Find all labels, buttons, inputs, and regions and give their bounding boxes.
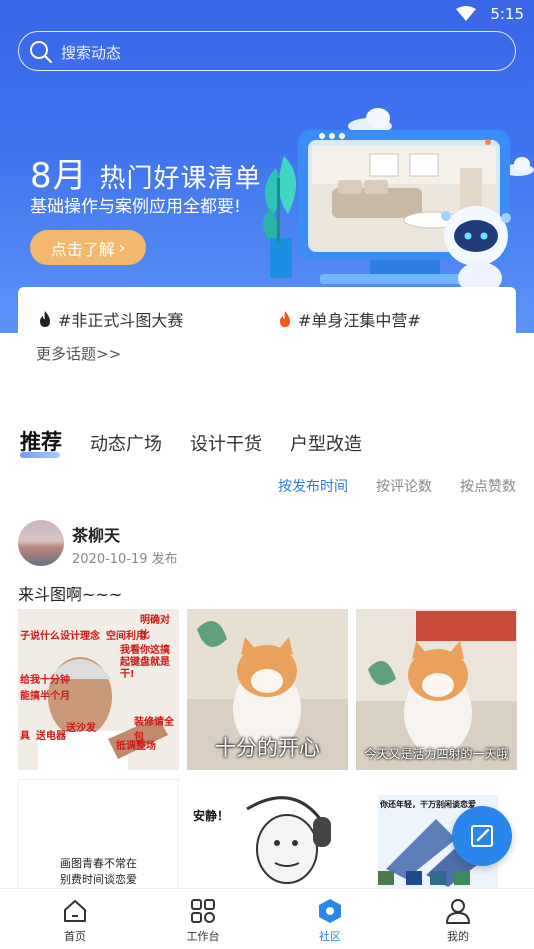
banner-title: 8月 热门好课清单 bbox=[30, 148, 261, 197]
image-text-line: 别费时间谈恋爱 bbox=[60, 873, 137, 886]
tab-layout[interactable]: 户型改造 bbox=[290, 430, 362, 456]
nav-label: 工作台 bbox=[186, 930, 220, 943]
profile-icon bbox=[446, 899, 470, 924]
topic-link-doutu[interactable]: #非正式斗图大赛 bbox=[38, 307, 183, 331]
post-author[interactable]: 茶柳天 bbox=[72, 522, 120, 546]
image-label: 你还年轻，干万别闲谈恋爱 bbox=[380, 800, 476, 809]
tab-design[interactable]: 设计干货 bbox=[190, 430, 262, 456]
nav-community[interactable]: 社区 bbox=[290, 897, 370, 944]
post-text: 来斗图啊~~~ bbox=[18, 585, 123, 604]
banner-illustration bbox=[262, 108, 534, 294]
image-text-line: 画图青春不常在 bbox=[60, 857, 137, 870]
nav-label: 我的 bbox=[447, 930, 469, 943]
topic-label: #非正式斗图大赛 bbox=[58, 311, 184, 330]
post-image[interactable]: 今天又是活力四射的一天哦 bbox=[356, 609, 517, 770]
meme-caption: 明确对比 bbox=[140, 615, 170, 641]
sort-by-comments[interactable]: 按评论数 bbox=[376, 476, 432, 496]
post-image[interactable]: 子说什么设计理念 空间利用 明确对比 给我十分钟 能搞半个月 我看你这搞起键盘就… bbox=[18, 609, 179, 770]
search-placeholder: 搜索动态 bbox=[61, 44, 122, 62]
banner-title-month: 8月 bbox=[30, 156, 88, 196]
home-icon bbox=[64, 900, 86, 922]
meme-caption: 送沙发 bbox=[66, 723, 96, 734]
image-caption: 今天又是活力四射的一天哦 bbox=[364, 747, 509, 761]
search-icon bbox=[30, 41, 53, 64]
status-time: 5:15 bbox=[490, 5, 524, 23]
banner-subtitle: 基础操作与案例应用全都要! bbox=[30, 197, 241, 217]
sort-options: 按发布时间 按评论数 按点赞数 bbox=[278, 476, 516, 496]
arrow-right-icon: › bbox=[118, 238, 126, 257]
meme-caption: 我看你这搞起键盘就是干! bbox=[120, 645, 170, 680]
post-date: 2020-10-19 发布 bbox=[72, 552, 178, 567]
community-icon bbox=[319, 899, 341, 923]
topic-label: #单身汪集中营# bbox=[298, 311, 421, 330]
learn-more-label: 点击了解 bbox=[50, 239, 115, 259]
topic-link-danshen[interactable]: #单身汪集中营# bbox=[278, 307, 421, 331]
image-label: 安静！ bbox=[193, 809, 230, 823]
meme-caption: 能搞半个月 bbox=[20, 691, 70, 702]
nav-label: 社区 bbox=[319, 930, 341, 943]
sort-by-likes[interactable]: 按点赞数 bbox=[460, 476, 516, 496]
post-image[interactable]: 十分的开心 bbox=[187, 609, 348, 770]
topics-card: #非正式斗图大赛 #单身汪集中营# 更多话题>> bbox=[18, 287, 516, 377]
wifi-icon bbox=[456, 6, 476, 21]
bottom-nav: 首页 工作台 社区 我的 bbox=[0, 888, 534, 949]
nav-workbench[interactable]: 工作台 bbox=[163, 897, 243, 944]
nav-label: 首页 bbox=[64, 930, 86, 943]
promo-banner[interactable]: 5:15 搜索动态 8月 热门好课清单 基础操作与案例应用全都要! 点击了解 › bbox=[0, 0, 534, 333]
search-input[interactable]: 搜索动态 bbox=[18, 31, 516, 71]
meme-caption: 给我十分钟 bbox=[20, 675, 70, 686]
image-text: 画图青春不常在 别费时间谈恋爱 bbox=[19, 856, 178, 888]
status-bar: 5:15 bbox=[0, 0, 534, 30]
feed-tabs: 推荐 动态广场 设计干货 户型改造 bbox=[20, 426, 390, 458]
meme-caption: 送电器 bbox=[36, 731, 66, 742]
compose-post-button[interactable] bbox=[452, 806, 512, 866]
meme-caption: 子说什么设计理念 bbox=[20, 631, 100, 642]
fire-icon bbox=[280, 311, 290, 327]
workbench-icon bbox=[191, 899, 215, 923]
banner-title-text: 热门好课清单 bbox=[99, 164, 262, 194]
meme-caption: 具 bbox=[20, 731, 30, 742]
meme-caption: 抵调整场 bbox=[116, 741, 156, 752]
tab-recommend[interactable]: 推荐 bbox=[20, 426, 62, 458]
nav-home[interactable]: 首页 bbox=[35, 897, 115, 944]
image-caption: 十分的开心 bbox=[215, 736, 320, 760]
tab-square[interactable]: 动态广场 bbox=[90, 430, 162, 456]
nav-profile[interactable]: 我的 bbox=[418, 897, 498, 944]
more-topics-link[interactable]: 更多话题>> bbox=[36, 343, 121, 364]
avatar[interactable] bbox=[18, 520, 64, 566]
fire-icon bbox=[40, 311, 50, 327]
sort-by-time[interactable]: 按发布时间 bbox=[278, 476, 348, 496]
edit-icon bbox=[471, 825, 493, 847]
learn-more-button[interactable]: 点击了解 › bbox=[30, 230, 146, 265]
